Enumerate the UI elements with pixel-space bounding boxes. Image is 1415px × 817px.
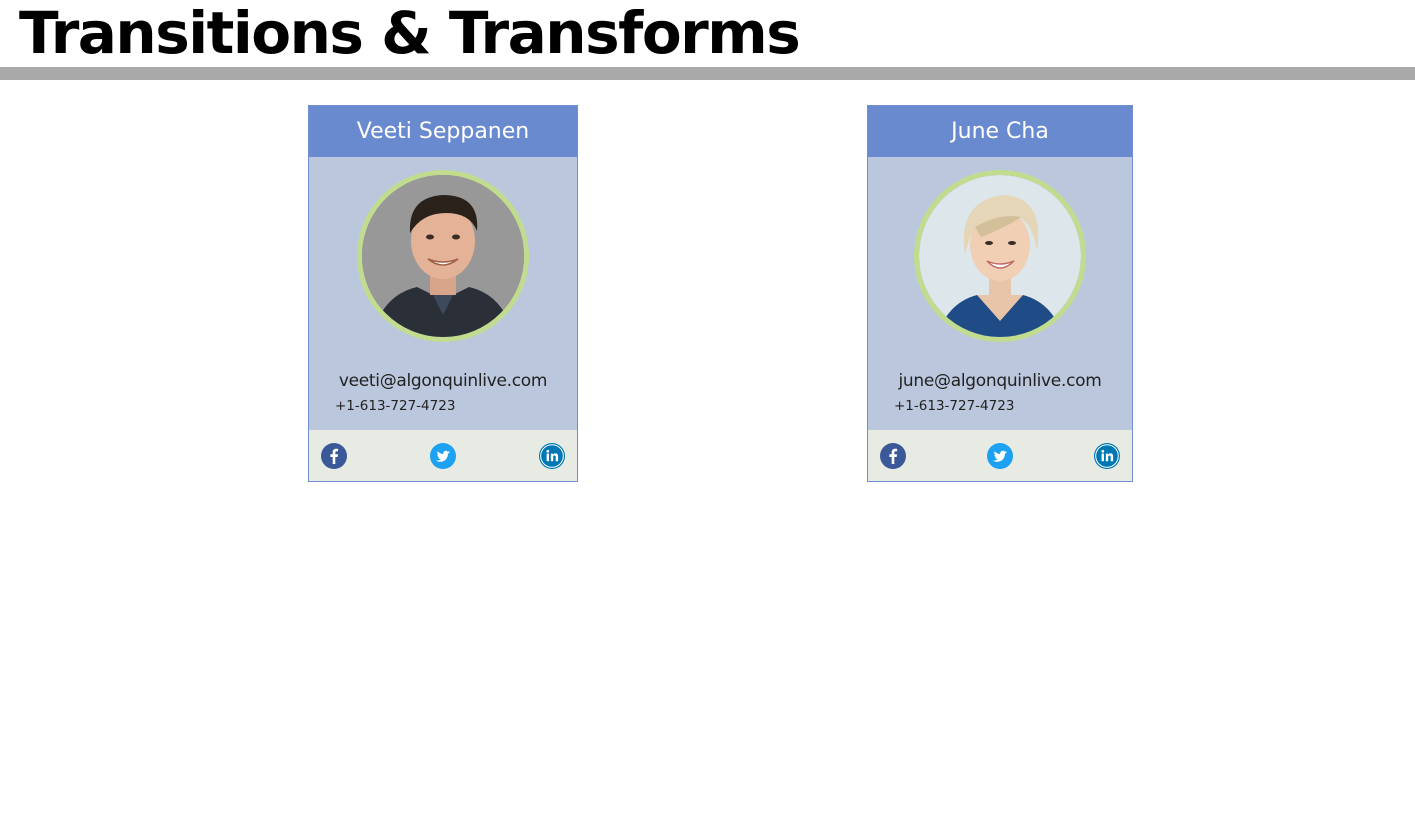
twitter-icon[interactable] <box>987 443 1013 469</box>
twitter-icon[interactable] <box>430 443 456 469</box>
page-title: Transitions & Transforms <box>19 0 801 67</box>
linkedin-icon[interactable] <box>1094 443 1120 469</box>
card-footer <box>309 430 577 481</box>
profile-card[interactable]: Veeti Seppanen veeti@algonquinlive.com +… <box>308 105 578 482</box>
card-name: June Cha <box>868 106 1132 157</box>
facebook-icon[interactable] <box>880 443 906 469</box>
person-photo-icon <box>919 175 1081 337</box>
avatar <box>357 170 529 342</box>
profile-card[interactable]: June Cha june@algonquinlive.com +1-613-7… <box>867 105 1133 482</box>
card-email[interactable]: veeti@algonquinlive.com <box>309 370 577 392</box>
card-phone: +1-613-727-4723 <box>335 398 456 414</box>
title-divider <box>0 67 1415 80</box>
card-phone: +1-613-727-4723 <box>894 398 1015 414</box>
card-footer <box>868 430 1132 481</box>
person-photo-icon <box>362 175 524 337</box>
card-name: Veeti Seppanen <box>309 106 577 157</box>
linkedin-icon[interactable] <box>539 443 565 469</box>
facebook-icon[interactable] <box>321 443 347 469</box>
avatar <box>914 170 1086 342</box>
card-email[interactable]: june@algonquinlive.com <box>868 370 1132 392</box>
